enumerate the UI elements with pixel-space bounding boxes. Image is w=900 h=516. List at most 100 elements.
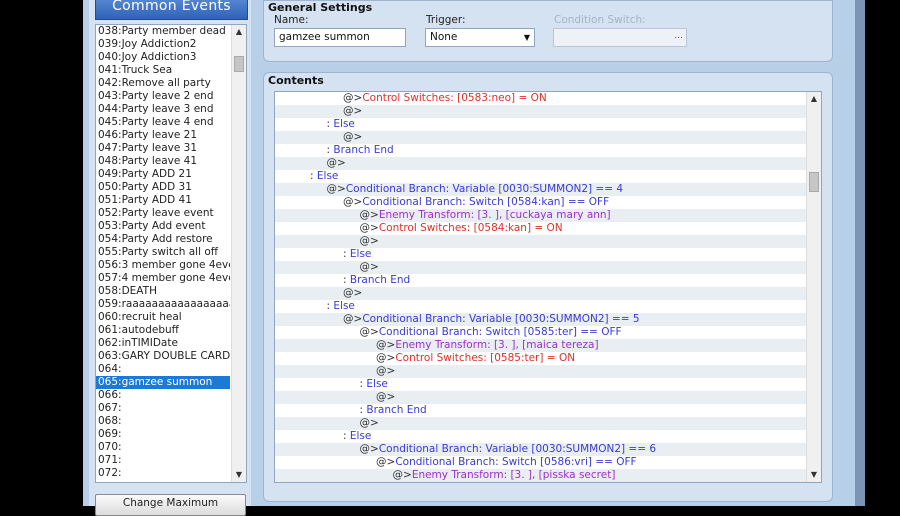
command-line[interactable]: @>Conditional Branch: Variable [0030:SUM… bbox=[275, 443, 807, 456]
event-list-item[interactable]: 072: bbox=[96, 467, 230, 480]
scroll-down-icon[interactable]: ▼ bbox=[807, 468, 821, 482]
event-list-item[interactable]: 041:Truck Sea bbox=[96, 64, 230, 77]
event-list-item[interactable]: 047:Party leave 31 bbox=[96, 142, 230, 155]
trigger-value: None bbox=[430, 31, 458, 43]
event-list-item[interactable]: 065:gamzee summon bbox=[96, 376, 230, 389]
command-prefix: @> bbox=[359, 209, 379, 221]
command-line[interactable]: @> bbox=[275, 261, 807, 274]
command-text: Conditional Branch: Variable [0030:SUMMO… bbox=[378, 443, 657, 455]
command-line[interactable]: @> bbox=[275, 105, 807, 118]
window-edge bbox=[855, 0, 865, 506]
event-commands-items: @>Control Switches: [0583:neo] = ON @>: E… bbox=[275, 92, 807, 482]
event-list-item[interactable]: 045:Party leave 4 end bbox=[96, 116, 230, 129]
event-list-item[interactable]: 051:Party ADD 41 bbox=[96, 194, 230, 207]
command-line[interactable]: : Branch End bbox=[275, 404, 807, 417]
command-line[interactable]: @>Conditional Branch: Variable [0030:SUM… bbox=[275, 313, 807, 326]
command-line[interactable]: : Branch End bbox=[275, 144, 807, 157]
event-list-item[interactable]: 044:Party leave 3 end bbox=[96, 103, 230, 116]
event-list-item[interactable]: 064: bbox=[96, 363, 230, 376]
event-list-item[interactable]: 054:Party Add restore bbox=[96, 233, 230, 246]
event-list-item[interactable]: 046:Party leave 21 bbox=[96, 129, 230, 142]
command-line[interactable]: @> bbox=[275, 235, 807, 248]
command-text: Conditional Branch: Switch [0585:ter] ==… bbox=[378, 326, 622, 338]
command-text: Control Switches: [0585:ter] = ON bbox=[395, 352, 576, 364]
command-text: Control Switches: [0583:neo] = ON bbox=[362, 92, 547, 104]
command-line[interactable]: @> bbox=[275, 157, 807, 170]
command-line[interactable]: : Else bbox=[275, 430, 807, 443]
event-list-item[interactable]: 071: bbox=[96, 454, 230, 467]
event-list-item[interactable]: 062:inTIMIDate bbox=[96, 337, 230, 350]
event-list-item[interactable]: 048:Party leave 41 bbox=[96, 155, 230, 168]
command-prefix: : bbox=[343, 430, 350, 442]
scroll-thumb[interactable] bbox=[809, 172, 819, 192]
event-list-scrollbar[interactable]: ▲ ▼ bbox=[231, 25, 246, 482]
commands-scrollbar[interactable]: ▲ ▼ bbox=[806, 92, 821, 482]
command-prefix: @> bbox=[359, 326, 379, 338]
trigger-select[interactable]: None ▼ bbox=[425, 28, 535, 47]
event-list-item[interactable]: 067: bbox=[96, 402, 230, 415]
condition-switch-field: ... bbox=[553, 28, 687, 47]
command-line[interactable]: @>Conditional Branch: Variable [0030:SUM… bbox=[275, 183, 807, 196]
command-line[interactable]: @>Control Switches: [0583:neo] = ON bbox=[275, 92, 807, 105]
event-list-item[interactable]: 055:Party switch all off bbox=[96, 246, 230, 259]
event-list-item[interactable]: 060:recruit heal bbox=[96, 311, 230, 324]
command-line[interactable]: @>Enemy Transform: [3. ], [cuckaya mary … bbox=[275, 209, 807, 222]
scroll-up-icon[interactable]: ▲ bbox=[807, 92, 821, 106]
command-line[interactable]: @> bbox=[275, 287, 807, 300]
event-list-item[interactable]: 056:3 member gone 4ever bbox=[96, 259, 230, 272]
command-line[interactable]: @> bbox=[275, 417, 807, 430]
command-line[interactable]: @>Control Switches: [0584:kan] = ON bbox=[275, 222, 807, 235]
event-list-item[interactable]: 061:autodebuff bbox=[96, 324, 230, 337]
command-line[interactable]: @>Control Switches: [0585:ter] = ON bbox=[275, 352, 807, 365]
event-list-item[interactable]: 057:4 member gone 4ever bbox=[96, 272, 230, 285]
event-list-item[interactable]: 059:raaaaaaaaaaaaaaaaaaa bbox=[96, 298, 230, 311]
scroll-down-icon[interactable]: ▼ bbox=[232, 468, 246, 482]
name-input[interactable]: gamzee summon bbox=[274, 28, 406, 47]
event-list-item[interactable]: 049:Party ADD 21 bbox=[96, 168, 230, 181]
event-list-item[interactable]: 052:Party leave event bbox=[96, 207, 230, 220]
ellipsis-icon: ... bbox=[674, 31, 683, 41]
event-list-item[interactable]: 069: bbox=[96, 428, 230, 441]
event-list-item[interactable]: 040:Joy Addiction3 bbox=[96, 51, 230, 64]
command-line[interactable]: @>Enemy Transform: [3. ], [pisska secret… bbox=[275, 469, 807, 482]
command-line[interactable]: @>Conditional Branch: Switch [0585:ter] … bbox=[275, 326, 807, 339]
command-text: Enemy Transform: [3. ], [maica tereza] bbox=[395, 339, 599, 351]
command-text: Enemy Transform: [3. ], [cuckaya mary an… bbox=[378, 209, 611, 221]
event-list-item[interactable]: 043:Party leave 2 end bbox=[96, 90, 230, 103]
event-list-item[interactable]: 063:GARY DOUBLE CARD ( bbox=[96, 350, 230, 363]
scroll-up-icon[interactable]: ▲ bbox=[232, 25, 246, 39]
command-prefix: @> bbox=[343, 313, 363, 325]
command-line[interactable]: : Else bbox=[275, 170, 807, 183]
event-list-item[interactable]: 039:Joy Addiction2 bbox=[96, 38, 230, 51]
event-list[interactable]: 038:Party member dead 039:Joy Addiction2 0… bbox=[95, 24, 247, 483]
change-maximum-button[interactable]: Change Maximum bbox=[95, 494, 246, 516]
command-prefix: @> bbox=[376, 456, 396, 468]
chevron-down-icon: ▼ bbox=[523, 33, 530, 42]
command-line[interactable]: @>Conditional Branch: Switch [0586:vri] … bbox=[275, 456, 807, 469]
command-line[interactable]: : Else bbox=[275, 378, 807, 391]
event-list-item[interactable]: 053:Party Add event bbox=[96, 220, 230, 233]
command-line[interactable]: @> bbox=[275, 131, 807, 144]
command-line[interactable]: : Else bbox=[275, 248, 807, 261]
scroll-thumb[interactable] bbox=[234, 56, 244, 72]
event-list-item[interactable]: 058:DEATH bbox=[96, 285, 230, 298]
command-line[interactable]: : Else bbox=[275, 118, 807, 131]
event-commands-list[interactable]: @>Control Switches: [0583:neo] = ON @>: E… bbox=[274, 91, 822, 483]
command-prefix: @> bbox=[359, 261, 379, 273]
command-line[interactable]: @>Conditional Branch: Switch [0584:kan] … bbox=[275, 196, 807, 209]
event-list-item[interactable]: 070: bbox=[96, 441, 230, 454]
command-line[interactable]: @> bbox=[275, 391, 807, 404]
event-list-item[interactable]: 066: bbox=[96, 389, 230, 402]
command-line[interactable]: : Else bbox=[275, 300, 807, 313]
event-list-item[interactable]: 050:Party ADD 31 bbox=[96, 181, 230, 194]
event-list-item[interactable]: 068: bbox=[96, 415, 230, 428]
event-list-item[interactable]: 042:Remove all party bbox=[96, 77, 230, 90]
command-prefix: @> bbox=[343, 131, 363, 143]
command-prefix: : bbox=[310, 170, 317, 182]
name-label: Name: bbox=[274, 14, 309, 26]
event-list-item[interactable]: 038:Party member dead bbox=[96, 25, 230, 38]
command-line[interactable]: @> bbox=[275, 365, 807, 378]
command-prefix: @> bbox=[343, 92, 363, 104]
command-line[interactable]: @>Enemy Transform: [3. ], [maica tereza] bbox=[275, 339, 807, 352]
command-line[interactable]: : Branch End bbox=[275, 274, 807, 287]
